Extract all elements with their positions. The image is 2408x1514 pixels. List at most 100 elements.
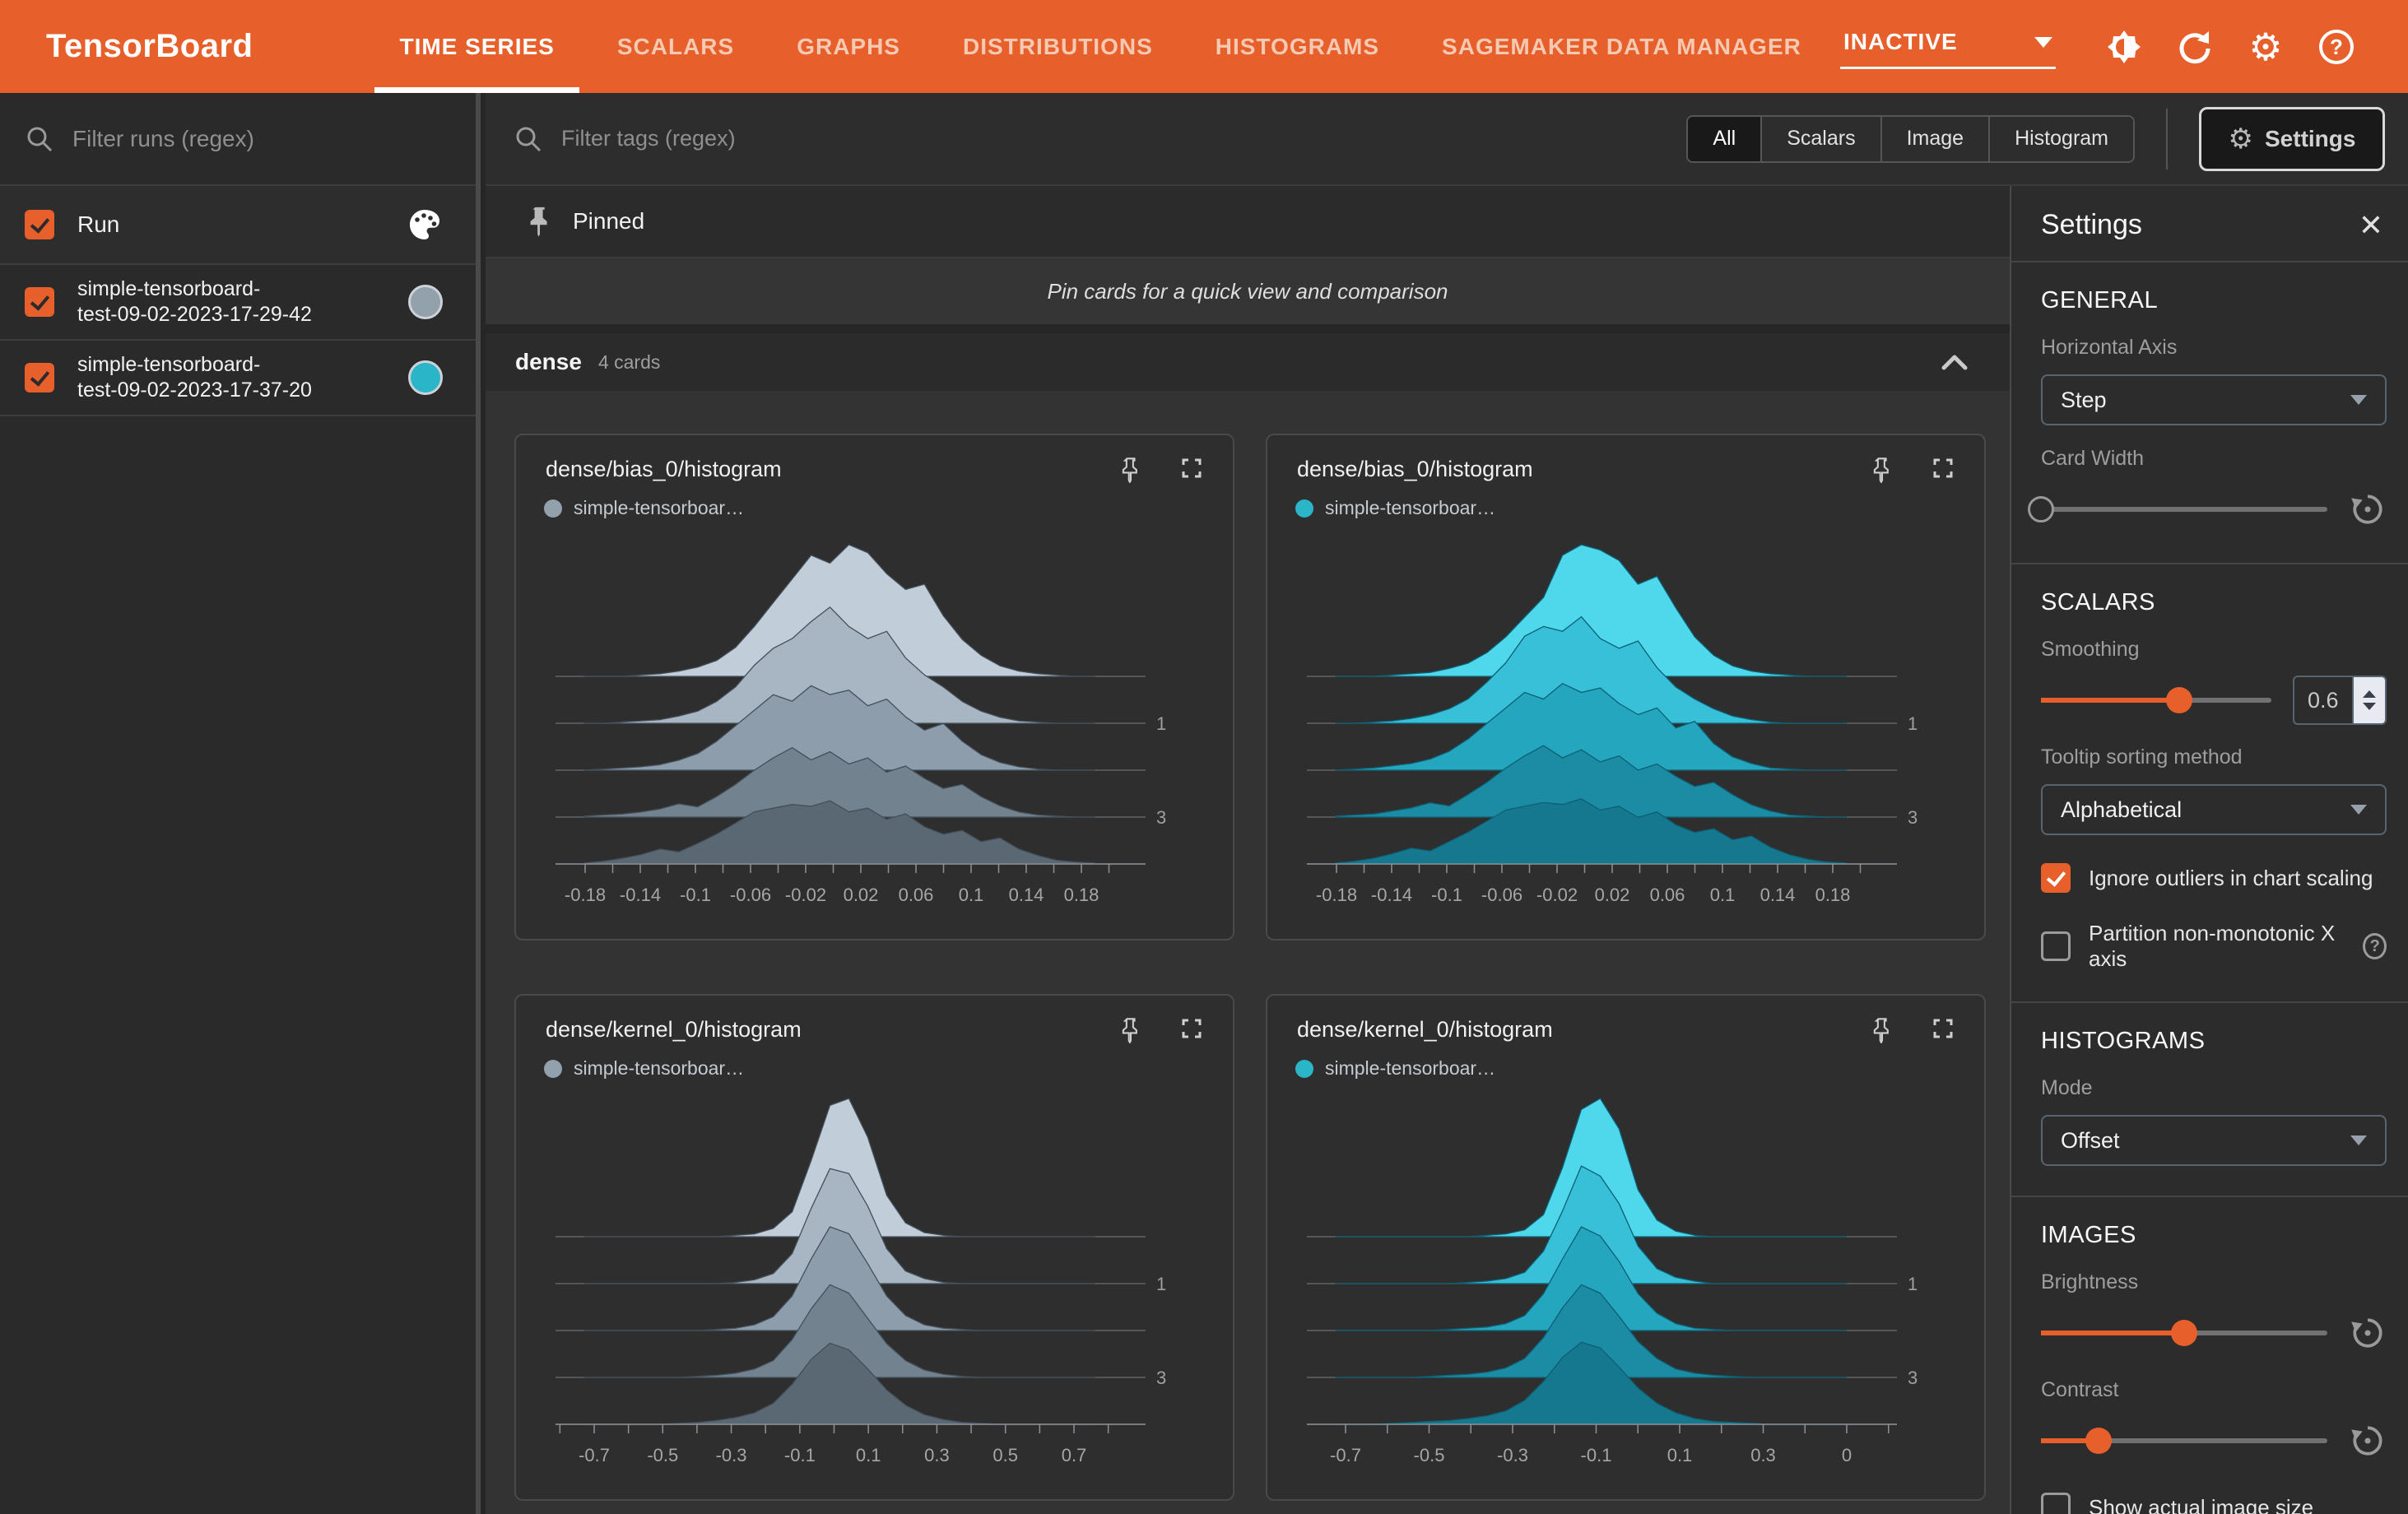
horizontal-axis-select[interactable]: Step: [2041, 374, 2387, 425]
run-master-label: Run: [77, 211, 120, 237]
filter-image-button[interactable]: Image: [1881, 116, 1991, 161]
slider-knob[interactable]: [2171, 1320, 2197, 1346]
filter-scalars-button[interactable]: Scalars: [1762, 116, 1882, 161]
svg-text:0: 0: [1842, 1445, 1852, 1465]
chevron-up-icon[interactable]: [1939, 351, 1970, 373]
reset-icon[interactable]: [2349, 490, 2387, 528]
svg-text:0.1: 0.1: [856, 1445, 881, 1465]
svg-text:3: 3: [1156, 807, 1166, 828]
run-name: simple-tensorboard- test-09-02-2023-17-3…: [77, 353, 312, 402]
spinner-down-icon[interactable]: [2363, 703, 2376, 710]
smoothing-slider[interactable]: [2041, 687, 2271, 713]
svg-text:-0.5: -0.5: [647, 1445, 678, 1465]
filter-histogram-button[interactable]: Histogram: [1990, 116, 2133, 161]
ignore-outliers-checkbox[interactable]: [2041, 863, 2071, 893]
tab-distributions[interactable]: DISTRIBUTIONS: [932, 0, 1184, 93]
tooltip-sorting-select[interactable]: Alphabetical: [2041, 784, 2387, 835]
fullscreen-icon[interactable]: [1932, 1017, 1955, 1043]
slider-knob[interactable]: [2028, 496, 2054, 522]
filter-all-button[interactable]: All: [1688, 116, 1763, 161]
pin-icon[interactable]: [1119, 1017, 1142, 1043]
help-icon[interactable]: ?: [2363, 933, 2387, 959]
fullscreen-icon[interactable]: [1180, 457, 1203, 483]
filter-tags-input[interactable]: Filter tags (regex): [561, 126, 736, 151]
run-list-item[interactable]: simple-tensorboard- test-09-02-2023-17-3…: [0, 341, 476, 416]
contrast-slider[interactable]: [2041, 1428, 2327, 1454]
run-master-checkbox[interactable]: [25, 210, 54, 239]
smoothing-number-input[interactable]: 0.6: [2293, 676, 2387, 725]
number-spinner[interactable]: [2352, 677, 2385, 723]
histogram-chart: 1 3 -0.7 -0.5 -0.3 -0.1 0.1 0.3 0: [1307, 1098, 1918, 1465]
slider-knob[interactable]: [2166, 687, 2192, 713]
card-width-slider[interactable]: [2028, 496, 2327, 522]
partition-x-axis-checkbox[interactable]: [2041, 931, 2071, 961]
card-legend: simple-tensorboar…: [1267, 482, 1984, 519]
ignore-outliers-row[interactable]: Ignore outliers in chart scaling: [2041, 863, 2387, 893]
reset-icon[interactable]: [2349, 1314, 2387, 1352]
pin-icon[interactable]: [1871, 1017, 1894, 1043]
tab-histograms[interactable]: HISTOGRAMS: [1184, 0, 1411, 93]
chevron-down-icon: [2350, 805, 2367, 815]
close-icon[interactable]: ✕: [2359, 210, 2383, 240]
svg-text:0.02: 0.02: [1595, 885, 1630, 905]
histogram-chart: 1 3 -0.18 -0.14 -0.1 -0.06 -0.02 0.02 0.06 0.1 0.1…: [1307, 544, 1918, 905]
tab-graphs[interactable]: GRAPHS: [765, 0, 932, 93]
show-actual-size-checkbox[interactable]: [2041, 1493, 2071, 1514]
tab-scalars[interactable]: SCALARS: [586, 0, 765, 93]
reset-icon[interactable]: [2349, 1422, 2387, 1460]
run-list-item[interactable]: simple-tensorboard- test-09-02-2023-17-2…: [0, 265, 476, 341]
gear-icon[interactable]: ⚙: [2230, 22, 2301, 72]
svg-text:1: 1: [1908, 713, 1918, 734]
dense-section-header[interactable]: dense 4 cards: [486, 333, 2010, 391]
tab-time-series[interactable]: TIME SERIES: [368, 0, 585, 93]
refresh-icon[interactable]: [2159, 22, 2230, 72]
svg-text:0.06: 0.06: [1650, 885, 1685, 905]
svg-text:-0.1: -0.1: [1581, 1445, 1612, 1465]
pin-icon[interactable]: [1119, 457, 1142, 483]
tags-toolbar: Filter tags (regex) All Scalars Image Hi…: [486, 93, 2408, 186]
svg-text:0.18: 0.18: [1064, 885, 1099, 905]
help-icon[interactable]: ?: [2301, 22, 2372, 72]
section-name: dense: [515, 349, 582, 374]
slider-knob[interactable]: [2085, 1428, 2112, 1454]
pin-icon[interactable]: [1871, 457, 1894, 483]
brightness-icon[interactable]: [2089, 22, 2159, 72]
search-icon: [27, 127, 53, 151]
spinner-up-icon[interactable]: [2363, 690, 2376, 698]
palette-icon[interactable]: [407, 207, 443, 243]
partition-x-axis-row[interactable]: Partition non-monotonic X axis ?: [2041, 921, 2387, 972]
svg-text:-0.02: -0.02: [1536, 885, 1578, 905]
svg-text:?: ?: [2330, 35, 2343, 59]
filter-runs-input[interactable]: Filter runs (regex): [72, 126, 254, 152]
show-actual-size-row[interactable]: Show actual image size: [2041, 1493, 2387, 1514]
settings-button[interactable]: ⚙ Settings: [2199, 106, 2385, 171]
brightness-slider[interactable]: [2041, 1320, 2327, 1346]
run-checkbox[interactable]: [25, 287, 54, 317]
svg-text:-0.7: -0.7: [579, 1445, 610, 1465]
chevron-down-icon: [2034, 36, 2052, 48]
svg-text:0.14: 0.14: [1009, 885, 1044, 905]
run-checkbox[interactable]: [25, 363, 54, 392]
svg-text:0.06: 0.06: [899, 885, 934, 905]
svg-text:0.5: 0.5: [992, 1445, 1018, 1465]
run-master-row: Run: [0, 186, 476, 265]
svg-text:3: 3: [1156, 1368, 1166, 1388]
svg-text:-0.06: -0.06: [730, 885, 771, 905]
tab-sagemaker-data-manager[interactable]: SAGEMAKER DATA MANAGER: [1411, 0, 1833, 93]
histogram-mode-select[interactable]: Offset: [2041, 1115, 2387, 1166]
fullscreen-icon[interactable]: [1180, 1017, 1203, 1043]
svg-text:-0.1: -0.1: [784, 1445, 816, 1465]
section-card-count: 4 cards: [597, 351, 661, 373]
svg-text:-0.14: -0.14: [620, 885, 661, 905]
svg-text:-0.5: -0.5: [1414, 1445, 1445, 1465]
filter-runs-row: Filter runs (regex): [0, 93, 476, 186]
histograms-section: HISTOGRAMS Mode Offset: [2011, 1003, 2408, 1197]
svg-text:0.3: 0.3: [1750, 1445, 1776, 1465]
svg-text:-0.18: -0.18: [1316, 885, 1357, 905]
reload-status-select[interactable]: INACTIVE: [1840, 24, 2056, 69]
tensorboard-app: TensorBoard TIME SERIES SCALARS GRAPHS D…: [0, 0, 2408, 1514]
fullscreen-icon[interactable]: [1932, 457, 1955, 483]
cards-grid: dense/bias_0/histogram simple-tensorboar…: [486, 391, 2010, 1514]
svg-text:1: 1: [1156, 713, 1166, 734]
tag-type-filter-group: All Scalars Image Histogram: [1686, 114, 2135, 163]
